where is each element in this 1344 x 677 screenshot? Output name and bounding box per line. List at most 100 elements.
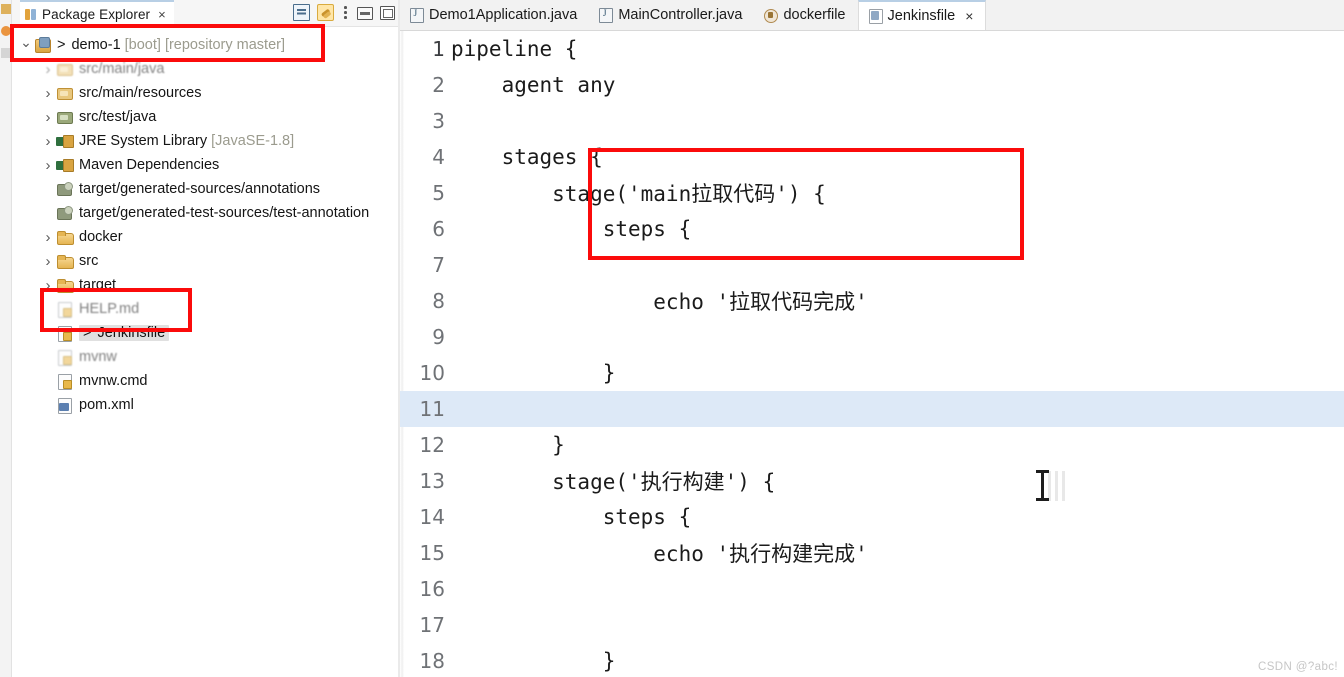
library-icon	[56, 157, 74, 173]
line-number: 15	[419, 541, 445, 565]
folder-icon	[56, 229, 74, 245]
tree-item-jenkinsfile[interactable]: > Jenkinsfile	[12, 321, 399, 345]
collapse-all-icon[interactable]	[293, 4, 310, 21]
line-text: steps {	[451, 505, 692, 529]
tree-item-label: src	[79, 253, 99, 269]
tree-item-mvnw-cmd[interactable]: mvnw.cmd	[12, 369, 399, 393]
editor-area: Demo1Application.java MainController.java…	[400, 0, 1344, 677]
generated-folder-icon	[56, 205, 74, 221]
editor-tab-dockerfile[interactable]: dockerfile	[754, 0, 857, 30]
perspective-icon[interactable]	[1, 4, 11, 14]
package-explorer-panel: Package Explorer × > demo-1[boot] [reposi…	[12, 0, 399, 677]
view-menu-icon[interactable]	[341, 4, 350, 21]
editor-tab-label: dockerfile	[783, 7, 846, 23]
chevron-right-icon[interactable]	[40, 158, 56, 173]
code-line-2[interactable]: 2 agent any	[400, 67, 1344, 103]
code-line-18[interactable]: 18 }	[400, 643, 1344, 677]
java-file-icon	[599, 8, 614, 23]
code-line-10[interactable]: 10 }	[400, 355, 1344, 391]
code-line-4[interactable]: 4 stages {	[400, 139, 1344, 175]
code-line-7[interactable]: 7	[400, 247, 1344, 283]
chevron-right-icon[interactable]	[40, 134, 56, 149]
tree-item-label: Maven Dependencies	[79, 157, 220, 173]
code-line-11[interactable]: 11	[400, 391, 1344, 427]
tree-item-help-md[interactable]: HELP.md	[12, 297, 399, 321]
code-line-17[interactable]: 17	[400, 607, 1344, 643]
line-number: 16	[419, 577, 445, 601]
tree-item-demo-1[interactable]: > demo-1[boot] [repository master]	[12, 33, 399, 57]
marker-icon[interactable]	[1, 26, 11, 36]
editor-tab-maincontroller-java[interactable]: MainController.java	[589, 0, 754, 30]
chevron-right-icon[interactable]	[40, 230, 56, 245]
editor-tab-demo1application-java[interactable]: Demo1Application.java	[400, 0, 589, 30]
tree-item-label: demo-1	[71, 37, 121, 53]
tree-item-content: target/generated-test-sources/test-annot…	[79, 205, 369, 221]
chevron-down-icon[interactable]	[18, 38, 34, 52]
code-line-12[interactable]: 12 }	[400, 427, 1344, 463]
line-text: echo '执行构建完成'	[451, 542, 868, 566]
docker-file-icon	[764, 8, 779, 23]
chevron-right-icon[interactable]	[40, 86, 56, 101]
project-tree[interactable]: > demo-1[boot] [repository master] src/mai…	[12, 27, 399, 677]
tree-item-content: src/main/resources	[79, 85, 201, 101]
line-number: 5	[432, 181, 445, 205]
line-text: steps {	[451, 217, 692, 241]
link-with-editor-icon[interactable]	[317, 4, 334, 21]
editor-tab-label: MainController.java	[618, 7, 743, 23]
editor-tab-jenkinsfile[interactable]: Jenkinsfile ×	[857, 0, 987, 30]
code-line-16[interactable]: 16	[400, 571, 1344, 607]
chevron-right-icon[interactable]	[40, 254, 56, 269]
line-number: 7	[432, 253, 445, 277]
package-explorer-header: Package Explorer ×	[12, 0, 399, 27]
test-package-icon	[56, 109, 74, 125]
code-line-15[interactable]: 15 echo '执行构建完成'	[400, 535, 1344, 571]
line-number: 8	[432, 289, 445, 313]
tree-item-pom-xml[interactable]: pom.xml	[12, 393, 399, 417]
code-line-1[interactable]: 1 pipeline {	[400, 31, 1344, 67]
code-line-9[interactable]: 9	[400, 319, 1344, 355]
tree-item-src[interactable]: src	[12, 249, 399, 273]
code-line-5[interactable]: 5 stage('main拉取代码') {	[400, 175, 1344, 211]
line-text: stage('main拉取代码') {	[451, 182, 826, 206]
tree-item-label: pom.xml	[79, 397, 134, 413]
tree-item-label: JRE System Library	[79, 133, 208, 149]
code-line-6[interactable]: 6 steps {	[400, 211, 1344, 247]
tree-item-docker[interactable]: docker	[12, 225, 399, 249]
code-line-13[interactable]: 13 stage('执行构建') {	[400, 463, 1344, 499]
tree-item-content: Maven Dependencies	[79, 157, 219, 173]
tree-item-target[interactable]: target	[12, 273, 399, 297]
code-line-3[interactable]: 3	[400, 103, 1344, 139]
tree-item-content: > Jenkinsfile	[79, 325, 170, 341]
close-icon[interactable]: ×	[155, 8, 166, 21]
tree-item-label: HELP.md	[79, 301, 140, 317]
line-number: 3	[432, 109, 445, 133]
file-icon	[56, 349, 74, 366]
code-lines[interactable]: 1 pipeline {2 agent any 3 4 stages {5 stage…	[400, 31, 1344, 677]
dirty-marker: >	[83, 325, 92, 341]
line-number: 2	[432, 73, 445, 97]
tree-item-target-generated-sources-annotations[interactable]: target/generated-sources/annotations	[12, 177, 399, 201]
code-editor[interactable]: 1 pipeline {2 agent any 3 4 stages {5 stage…	[400, 31, 1344, 677]
chevron-right-icon[interactable]	[40, 62, 56, 77]
outline-icon[interactable]	[1, 48, 11, 58]
tree-item-src-main-resources[interactable]: src/main/resources	[12, 81, 399, 105]
tree-item-jre-system-library[interactable]: JRE System Library[JavaSE-1.8]	[12, 129, 399, 153]
editor-tabbar: Demo1Application.java MainController.java…	[400, 0, 1344, 31]
tree-item-content: target/generated-sources/annotations	[79, 181, 320, 197]
minimize-icon[interactable]	[357, 7, 373, 20]
project-icon	[34, 37, 52, 53]
code-line-8[interactable]: 8 echo '拉取代码完成'	[400, 283, 1344, 319]
tree-item-target-generated-test-sources-test-annotation[interactable]: target/generated-test-sources/test-annot…	[12, 201, 399, 225]
tree-item-src-test-java[interactable]: src/test/java	[12, 105, 399, 129]
chevron-right-icon[interactable]	[40, 110, 56, 125]
close-icon[interactable]: ×	[961, 9, 973, 23]
tab-package-explorer[interactable]: Package Explorer ×	[20, 0, 174, 27]
maximize-icon[interactable]	[380, 6, 395, 20]
line-text: stages {	[451, 145, 603, 169]
tree-item-maven-dependencies[interactable]: Maven Dependencies	[12, 153, 399, 177]
code-line-14[interactable]: 14 steps {	[400, 499, 1344, 535]
perspective-rail	[0, 0, 12, 677]
tree-item-src-main-java[interactable]: src/main/java	[12, 57, 399, 81]
tree-item-mvnw[interactable]: mvnw	[12, 345, 399, 369]
chevron-right-icon[interactable]	[40, 278, 56, 293]
